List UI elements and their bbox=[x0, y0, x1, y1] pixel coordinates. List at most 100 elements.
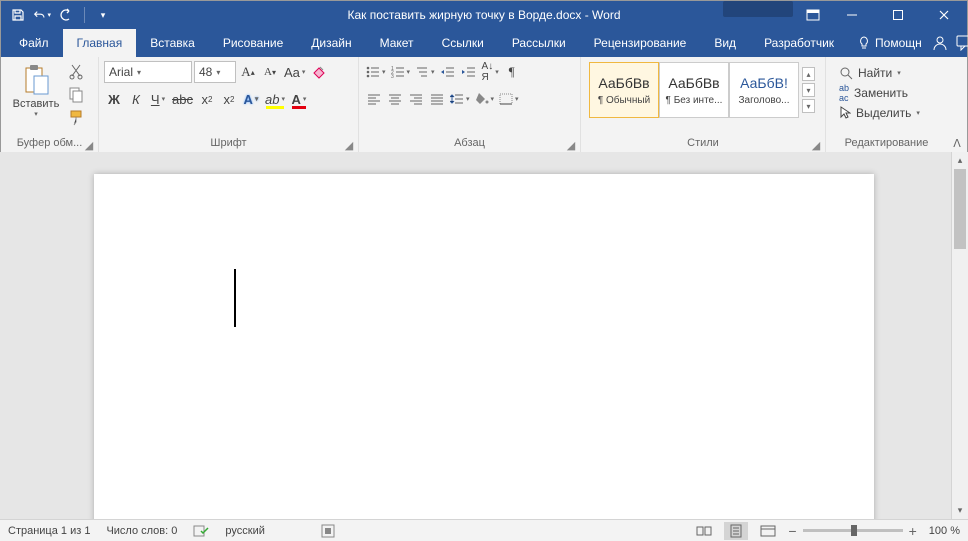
align-center-icon[interactable] bbox=[385, 88, 405, 110]
clear-formatting-icon[interactable] bbox=[309, 61, 329, 83]
comments-icon[interactable] bbox=[956, 35, 968, 51]
tab-design[interactable]: Дизайн bbox=[297, 29, 365, 57]
vertical-scrollbar: ▴ ▾ bbox=[951, 152, 968, 519]
font-size-combo[interactable]: 48▾ bbox=[194, 61, 236, 83]
ribbon: Вставить ▾ Буфер обм...◢ Arial▾ 48▾ A▴ A… bbox=[1, 57, 967, 153]
font-dialog-launcher[interactable]: ◢ bbox=[343, 139, 355, 151]
styles-scroll-up[interactable]: ▴ bbox=[802, 67, 815, 81]
align-left-icon[interactable] bbox=[364, 88, 384, 110]
tab-home[interactable]: Главная bbox=[63, 29, 137, 57]
paste-button[interactable]: Вставить ▾ bbox=[6, 60, 66, 118]
tab-insert[interactable]: Вставка bbox=[136, 29, 209, 57]
group-clipboard: Вставить ▾ Буфер обм...◢ bbox=[1, 57, 99, 152]
macro-record-icon[interactable] bbox=[321, 524, 335, 538]
qat-customize-icon[interactable]: ▾ bbox=[94, 6, 112, 24]
spellcheck-icon[interactable] bbox=[193, 524, 209, 538]
save-icon[interactable] bbox=[9, 6, 27, 24]
shading-icon[interactable] bbox=[473, 88, 497, 110]
style-preview: АаБбВв bbox=[668, 75, 719, 91]
styles-expand[interactable]: ▾ bbox=[802, 99, 815, 113]
paragraph-dialog-launcher[interactable]: ◢ bbox=[565, 139, 577, 151]
tab-draw[interactable]: Рисование bbox=[209, 29, 297, 57]
replace-label: Заменить bbox=[854, 86, 908, 100]
font-name-combo[interactable]: Arial▾ bbox=[104, 61, 192, 83]
zoom-slider-knob[interactable] bbox=[851, 525, 857, 536]
print-layout-icon[interactable] bbox=[724, 522, 748, 540]
maximize-button[interactable] bbox=[875, 1, 921, 29]
replace-button[interactable]: abac Заменить bbox=[839, 83, 908, 103]
undo-icon[interactable]: ▾ bbox=[33, 6, 51, 24]
scroll-down-button[interactable]: ▾ bbox=[952, 502, 968, 519]
tell-me-search[interactable]: Помощн bbox=[848, 29, 932, 57]
style-name: Заголово... bbox=[739, 95, 790, 106]
copy-icon[interactable] bbox=[66, 85, 86, 105]
web-layout-icon[interactable] bbox=[756, 522, 780, 540]
styles-scroll-down[interactable]: ▾ bbox=[802, 83, 815, 97]
borders-icon[interactable] bbox=[497, 88, 521, 110]
bullets-icon[interactable] bbox=[364, 61, 388, 83]
style-heading1[interactable]: АаБбВ! Заголово... bbox=[729, 62, 799, 118]
bold-icon[interactable]: Ж bbox=[104, 88, 124, 110]
account-area[interactable] bbox=[723, 1, 793, 17]
tab-review[interactable]: Рецензирование bbox=[580, 29, 701, 57]
title-bar: ▾ ▾ Как поставить жирную точку в Ворде.d… bbox=[1, 1, 967, 29]
italic-icon[interactable]: К bbox=[126, 88, 146, 110]
styles-dialog-launcher[interactable]: ◢ bbox=[810, 139, 822, 151]
collapse-ribbon-icon[interactable]: ᐱ bbox=[947, 57, 967, 152]
tab-file[interactable]: Файл bbox=[5, 29, 63, 57]
read-mode-icon[interactable] bbox=[692, 522, 716, 540]
ribbon-tabs: Файл Главная Вставка Рисование Дизайн Ма… bbox=[1, 29, 967, 57]
clipboard-dialog-launcher[interactable]: ◢ bbox=[83, 139, 95, 151]
font-color-icon[interactable]: A bbox=[289, 88, 309, 110]
multilevel-list-icon[interactable] bbox=[413, 61, 437, 83]
highlight-icon[interactable]: ab bbox=[263, 88, 287, 110]
decrease-indent-icon[interactable] bbox=[438, 61, 458, 83]
format-painter-icon[interactable] bbox=[66, 108, 86, 128]
tab-references[interactable]: Ссылки bbox=[428, 29, 498, 57]
line-spacing-icon[interactable] bbox=[448, 88, 472, 110]
style-no-spacing[interactable]: АаБбВв ¶ Без инте... bbox=[659, 62, 729, 118]
tab-view[interactable]: Вид bbox=[700, 29, 750, 57]
word-count[interactable]: Число слов: 0 bbox=[106, 525, 177, 537]
minimize-button[interactable] bbox=[829, 1, 875, 29]
window-title: Как поставить жирную точку в Ворде.docx … bbox=[348, 8, 621, 22]
tab-mailings[interactable]: Рассылки bbox=[498, 29, 580, 57]
scroll-thumb[interactable] bbox=[954, 169, 966, 249]
scroll-up-button[interactable]: ▴ bbox=[952, 152, 968, 169]
superscript-icon[interactable]: x2 bbox=[219, 88, 239, 110]
text-effects-icon[interactable]: A bbox=[241, 88, 261, 110]
zoom-in-button[interactable]: + bbox=[909, 523, 917, 539]
scroll-track[interactable] bbox=[952, 169, 968, 502]
increase-indent-icon[interactable] bbox=[459, 61, 479, 83]
replace-icon: abac bbox=[839, 83, 849, 103]
tab-layout[interactable]: Макет bbox=[366, 29, 428, 57]
zoom-level[interactable]: 100 % bbox=[929, 525, 960, 537]
status-bar: Страница 1 из 1 Число слов: 0 русский − … bbox=[0, 519, 968, 541]
underline-icon[interactable]: Ч bbox=[148, 88, 168, 110]
document-page[interactable] bbox=[94, 174, 874, 519]
style-name: ¶ Без инте... bbox=[666, 95, 723, 106]
language-indicator[interactable]: русский bbox=[225, 525, 264, 537]
style-normal[interactable]: АаБбВв ¶ Обычный bbox=[589, 62, 659, 118]
zoom-out-button[interactable]: − bbox=[788, 523, 796, 539]
close-button[interactable] bbox=[921, 1, 967, 29]
zoom-slider[interactable] bbox=[803, 529, 903, 532]
sign-in-icon[interactable] bbox=[932, 35, 948, 51]
grow-font-icon[interactable]: A▴ bbox=[238, 61, 258, 83]
page-indicator[interactable]: Страница 1 из 1 bbox=[8, 525, 90, 537]
subscript-icon[interactable]: x2 bbox=[197, 88, 217, 110]
numbering-icon[interactable]: 123 bbox=[389, 61, 413, 83]
ribbon-display-options-icon[interactable] bbox=[797, 1, 829, 29]
align-right-icon[interactable] bbox=[406, 88, 426, 110]
strikethrough-icon[interactable]: abc bbox=[170, 88, 195, 110]
tab-developer[interactable]: Разработчик bbox=[750, 29, 848, 57]
show-paragraph-marks-icon[interactable]: ¶ bbox=[502, 61, 522, 83]
change-case-icon[interactable]: Aa bbox=[282, 61, 307, 83]
justify-icon[interactable] bbox=[427, 88, 447, 110]
redo-icon[interactable] bbox=[57, 6, 75, 24]
shrink-font-icon[interactable]: A▾ bbox=[260, 61, 280, 83]
select-button[interactable]: Выделить▾ bbox=[839, 103, 920, 123]
find-button[interactable]: Найти▾ bbox=[839, 63, 901, 83]
cut-icon[interactable] bbox=[66, 62, 86, 82]
sort-icon[interactable]: А↓Я bbox=[480, 61, 501, 83]
